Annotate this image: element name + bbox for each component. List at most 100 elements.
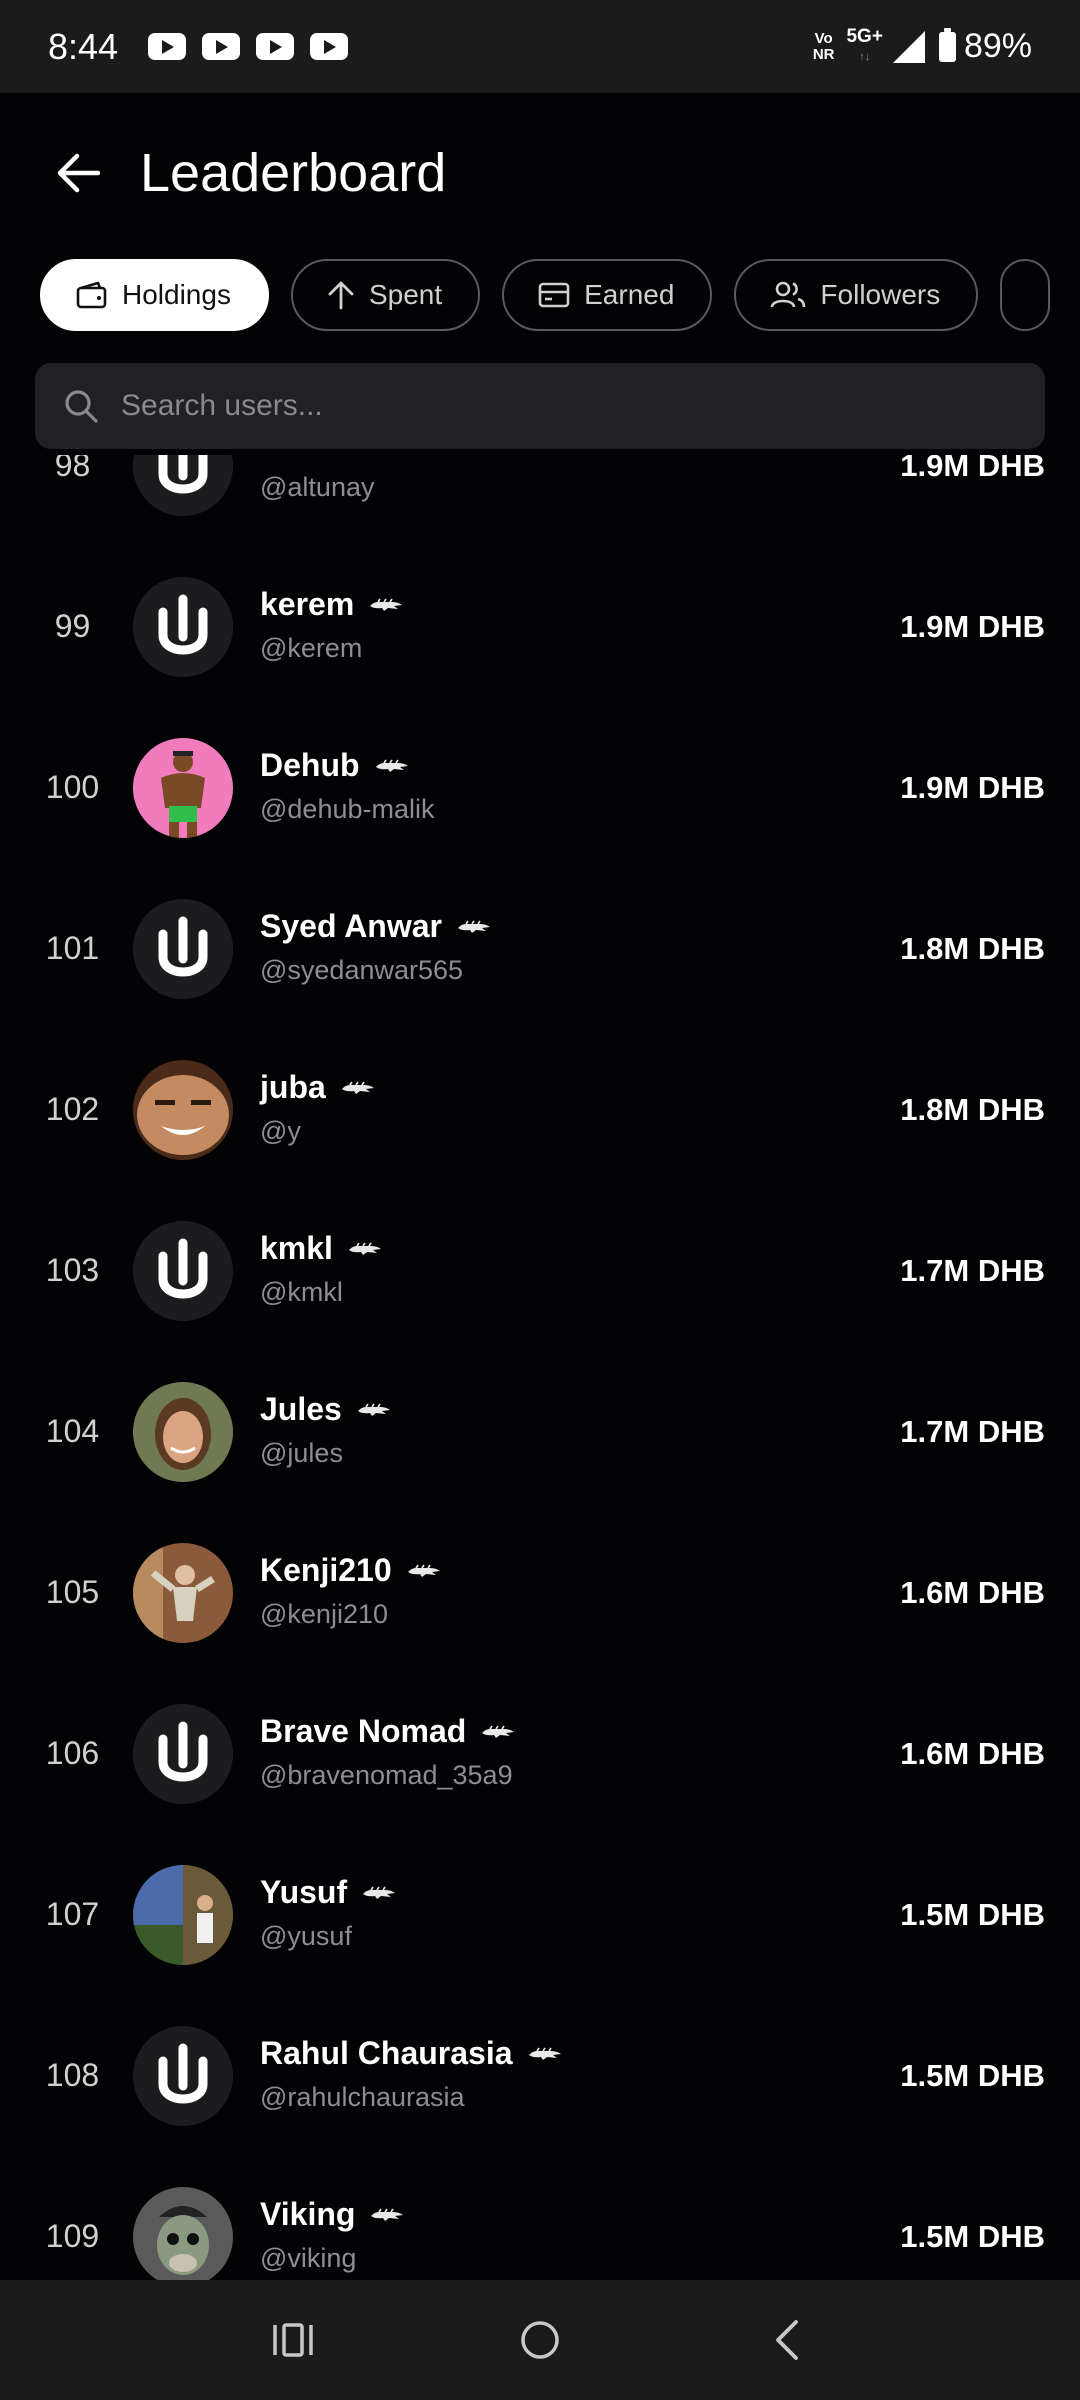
avatar[interactable]: [133, 1865, 233, 1965]
recents-icon: [273, 2323, 314, 2357]
leaderboard-row[interactable]: 108 Rahul Chaurasia @rahulchaurasia 1.5M DH…: [0, 1995, 1080, 2156]
arrow-up-icon: [328, 281, 354, 310]
avatar[interactable]: [133, 2187, 233, 2280]
user-name: Yusuf: [260, 1874, 348, 1910]
leaderboard-row[interactable]: 100 Dehub @dehub-malik 1.9M DHB: [0, 707, 1080, 868]
battery-indicator: 89%: [938, 27, 1032, 66]
youtube-icon: [310, 33, 349, 60]
holdings-amount: 1.8M DHB: [900, 931, 1045, 966]
leaderboard-row[interactable]: 101 Syed Anwar @syedanwar565 1.8M DHB: [0, 868, 1080, 1029]
battery-icon: [938, 27, 956, 62]
filter-earned-label: Earned: [584, 279, 675, 310]
avatar-image: [133, 738, 233, 838]
badge: [340, 1069, 376, 1106]
avatar[interactable]: [133, 899, 233, 999]
filter-followers[interactable]: Followers: [734, 259, 979, 331]
avatar[interactable]: [133, 1704, 233, 1804]
user-name: Rahul Chaurasia: [260, 2035, 513, 2071]
youtube-icon: [202, 33, 241, 60]
user-name-line: Jules: [260, 1391, 392, 1428]
rank-number: 105: [45, 1574, 100, 1610]
avatar-image: [133, 1543, 233, 1643]
filter-more[interactable]: [1000, 259, 1051, 331]
avatar[interactable]: [133, 455, 233, 516]
rank-number: 106: [45, 1735, 100, 1771]
back-button[interactable]: [38, 133, 118, 213]
recents-button[interactable]: [253, 2300, 333, 2380]
rank-number: 104: [45, 1413, 100, 1449]
home-button[interactable]: [500, 2300, 580, 2380]
rank-number: 107: [45, 1896, 100, 1932]
filter-holdings[interactable]: Holdings: [40, 259, 269, 331]
search-input[interactable]: [119, 388, 1003, 424]
leaderboard-row[interactable]: 102 juba @y 1.8M DHB: [0, 1029, 1080, 1190]
crocodile-icon: [482, 1725, 515, 1738]
app-header: Leaderboard: [0, 93, 1080, 253]
dehub-logo-icon: [133, 2026, 233, 2126]
status-bar: 8:44 Vo NR 5G+ ↑↓ 89%: [0, 0, 1080, 93]
avatar[interactable]: [133, 2026, 233, 2126]
user-name-line: kerem: [260, 586, 404, 623]
avatar-image: [133, 1865, 233, 1965]
rank-number: 99: [54, 608, 91, 644]
dehub-logo-icon: [133, 899, 233, 999]
filter-spent[interactable]: Spent: [290, 259, 481, 331]
avatar[interactable]: [133, 1382, 233, 1482]
user-handle: @kmkl: [260, 1277, 343, 1307]
badge: [480, 1713, 516, 1750]
badge: [368, 586, 404, 623]
user-name: Kenji210: [260, 1552, 392, 1588]
holdings-amount: 1.5M DHB: [900, 2219, 1045, 2254]
leaderboard-list[interactable]: 98 @altunay 1.9M DHB 99 kerem @kerem 1.9M DHB 1…: [0, 455, 1080, 2280]
badge: [527, 2035, 563, 2072]
leaderboard-row[interactable]: 104 Jules @jules 1.7M DHB: [0, 1351, 1080, 1512]
rank-number: 100: [45, 769, 100, 805]
user-name: kerem: [260, 586, 355, 622]
leaderboard-row[interactable]: 106 Brave Nomad @bravenomad_35a9 1.6M DHB: [0, 1673, 1080, 1834]
user-name: Jules: [260, 1391, 342, 1427]
avatar[interactable]: [133, 738, 233, 838]
crocodile-icon: [528, 2047, 561, 2060]
crocodile-icon: [375, 759, 408, 772]
users-icon: [771, 281, 806, 308]
leaderboard-row[interactable]: 107 Yusuf @yusuf 1.5M DHB: [0, 1834, 1080, 1995]
youtube-icon: [256, 33, 295, 60]
system-nav-bar: [0, 2280, 1080, 2400]
user-name: Viking: [260, 2196, 356, 2232]
avatar[interactable]: [133, 1221, 233, 1321]
filter-earned[interactable]: Earned: [502, 259, 713, 331]
arrow-left-icon: [57, 153, 100, 193]
leaderboard-row[interactable]: 103 kmkl @kmkl 1.7M DHB: [0, 1190, 1080, 1351]
leaderboard-row[interactable]: 98 @altunay 1.9M DHB: [0, 455, 1080, 546]
holdings-amount: 1.5M DHB: [900, 2058, 1045, 2093]
crocodile-icon: [348, 1242, 381, 1255]
avatar[interactable]: [133, 1543, 233, 1643]
youtube-icon: [148, 33, 187, 60]
user-handle: @jules: [260, 1438, 343, 1468]
leaderboard-row[interactable]: 109 Viking @viking 1.5M DHB: [0, 2156, 1080, 2280]
volte-top: Vo: [814, 29, 833, 47]
volte-bottom: NR: [812, 45, 835, 63]
rank-number: 98: [54, 455, 91, 483]
chevron-left-icon: [775, 2320, 798, 2360]
badge: [456, 908, 492, 945]
leaderboard-row[interactable]: 105 Kenji210 @kenji210 1.6M DHB: [0, 1512, 1080, 1673]
crocodile-icon: [363, 1886, 396, 1899]
network-indicator: 5G+ ↑↓: [846, 25, 883, 63]
battery-percent: 89%: [963, 27, 1032, 65]
avatar[interactable]: [133, 577, 233, 677]
rank-number: 101: [45, 930, 100, 966]
user-name-line: juba: [260, 1069, 376, 1106]
crocodile-icon: [407, 1564, 440, 1577]
leaderboard-row[interactable]: 99 kerem @kerem 1.9M DHB: [0, 546, 1080, 707]
crocodile-icon: [371, 2208, 404, 2221]
user-handle: @dehub-malik: [260, 794, 435, 824]
user-handle: @y: [260, 1116, 301, 1146]
holdings-amount: 1.7M DHB: [900, 1414, 1045, 1449]
user-name: Brave Nomad: [260, 1713, 467, 1749]
back-nav-button[interactable]: [747, 2300, 827, 2380]
filter-chips: Holdings Spent Earned Followers: [40, 259, 1051, 331]
rank-number: 103: [45, 1252, 100, 1288]
holdings-amount: 1.9M DHB: [900, 609, 1045, 644]
avatar[interactable]: [133, 1060, 233, 1160]
